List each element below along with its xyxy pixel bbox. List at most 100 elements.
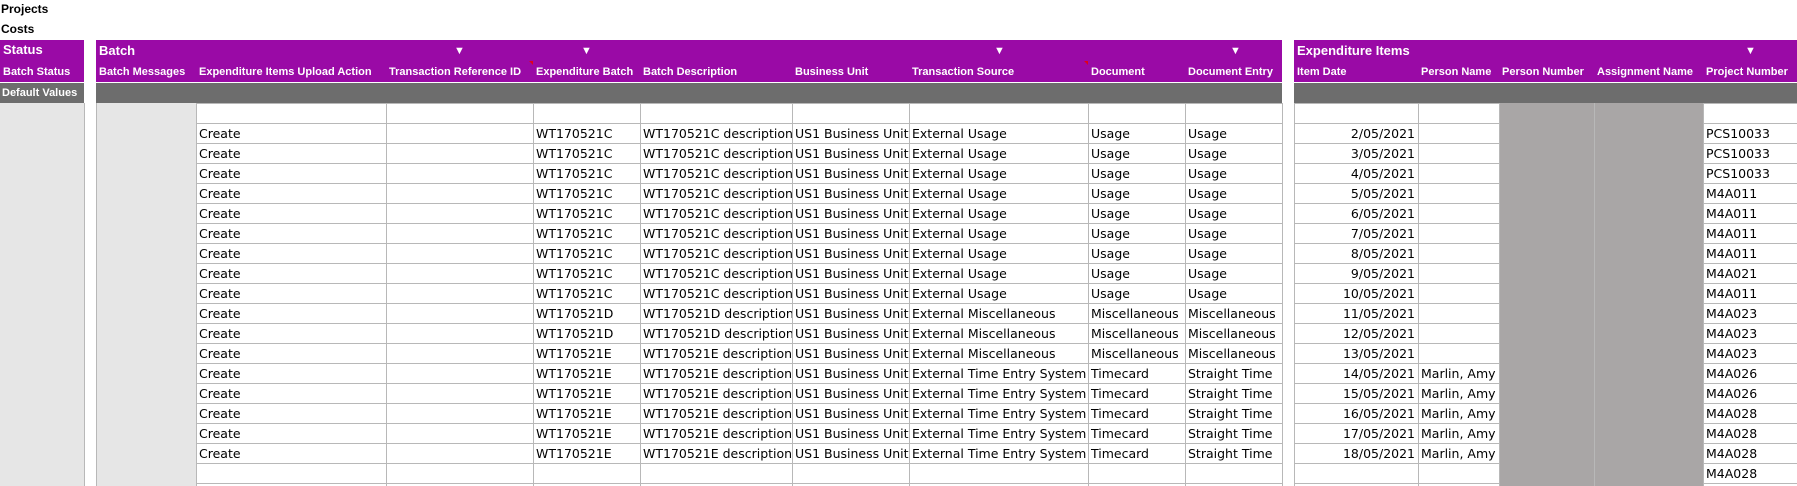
transaction-source-cell[interactable] [909, 104, 1088, 124]
dropdown-arrow-icon[interactable]: ▼ [994, 41, 1005, 61]
batch-description-cell[interactable]: WT170521C description [640, 204, 792, 224]
item-date-cell[interactable]: 8/05/2021 [1294, 244, 1418, 264]
batch-description-cell[interactable]: WT170521D description [640, 304, 792, 324]
project-number-cell[interactable]: M4A028 [1703, 464, 1797, 484]
person-name-cell[interactable] [1418, 344, 1499, 364]
expenditure-batch-cell[interactable]: WT170521C [533, 204, 640, 224]
document-cell[interactable]: Miscellaneous [1088, 344, 1185, 364]
dropdown-arrow-icon[interactable]: ▼ [1230, 41, 1241, 61]
transaction-source-cell[interactable]: External Time Entry System [909, 404, 1088, 424]
transaction-source-cell[interactable]: External Miscellaneous [909, 304, 1088, 324]
comment-indicator-icon[interactable] [1084, 61, 1088, 65]
document-cell[interactable]: Miscellaneous [1088, 304, 1185, 324]
project-number-cell[interactable]: PCS10033 [1703, 164, 1797, 184]
batch-description-cell[interactable]: WT170521E description [640, 364, 792, 384]
item-date-cell[interactable] [1294, 104, 1418, 124]
project-number-cell[interactable]: M4A011 [1703, 184, 1797, 204]
person-name-cell[interactable]: Marlin, Amy [1418, 424, 1499, 444]
col-header-document[interactable]: Document [1088, 62, 1185, 82]
item-date-cell[interactable]: 17/05/2021 [1294, 424, 1418, 444]
document-entry-cell[interactable]: Usage [1185, 124, 1282, 144]
upload-action-cell[interactable]: Create [196, 364, 386, 384]
item-date-cell[interactable]: 12/05/2021 [1294, 324, 1418, 344]
document-cell[interactable]: Timecard [1088, 444, 1185, 464]
document-cell[interactable]: Miscellaneous [1088, 324, 1185, 344]
project-number-cell[interactable]: PCS10033 [1703, 124, 1797, 144]
document-cell[interactable]: Usage [1088, 124, 1185, 144]
batch-default-values-row[interactable] [96, 83, 1282, 103]
expenditure-batch-cell[interactable]: WT170521E [533, 364, 640, 384]
business-unit-cell[interactable]: US1 Business Unit [792, 244, 909, 264]
person-name-cell[interactable] [1418, 164, 1499, 184]
item-date-cell[interactable]: 2/05/2021 [1294, 124, 1418, 144]
person-name-cell[interactable] [1418, 244, 1499, 264]
transaction-source-cell[interactable]: External Usage [909, 284, 1088, 304]
document-cell[interactable]: Usage [1088, 264, 1185, 284]
batch-description-cell[interactable]: WT170521C description [640, 144, 792, 164]
batch-status-column[interactable] [0, 103, 84, 486]
batch-description-cell[interactable]: WT170521C description [640, 164, 792, 184]
person-name-cell[interactable] [1418, 144, 1499, 164]
comment-indicator-icon[interactable] [529, 61, 533, 65]
person-name-cell[interactable]: Marlin, Amy [1418, 384, 1499, 404]
upload-action-cell[interactable]: Create [196, 284, 386, 304]
business-unit-cell[interactable]: US1 Business Unit [792, 364, 909, 384]
document-entry-cell[interactable]: Straight Time [1185, 444, 1282, 464]
dropdown-arrow-icon[interactable]: ▼ [581, 41, 592, 61]
document-entry-cell[interactable]: Usage [1185, 204, 1282, 224]
project-number-cell[interactable]: M4A023 [1703, 344, 1797, 364]
transaction-source-cell[interactable]: External Time Entry System [909, 444, 1088, 464]
item-date-cell[interactable]: 15/05/2021 [1294, 384, 1418, 404]
batch-description-cell[interactable]: WT170521C description [640, 224, 792, 244]
expenditure-batch-cell[interactable]: WT170521C [533, 224, 640, 244]
item-date-cell[interactable]: 13/05/2021 [1294, 344, 1418, 364]
expenditure-batch-cell[interactable]: WT170521E [533, 404, 640, 424]
upload-action-cell[interactable] [196, 464, 386, 484]
batch-description-cell[interactable]: WT170521C description [640, 184, 792, 204]
transaction-source-cell[interactable]: External Miscellaneous [909, 324, 1088, 344]
col-header-batch-description[interactable]: Batch Description [640, 62, 792, 82]
transaction-source-cell[interactable]: External Miscellaneous [909, 344, 1088, 364]
item-date-cell[interactable]: 7/05/2021 [1294, 224, 1418, 244]
item-date-cell[interactable] [1294, 464, 1418, 484]
project-number-cell[interactable]: M4A028 [1703, 424, 1797, 444]
document-cell[interactable]: Usage [1088, 184, 1185, 204]
document-entry-cell[interactable] [1185, 464, 1282, 484]
col-header-batch-messages[interactable]: Batch Messages [96, 62, 196, 82]
batch-description-cell[interactable]: WT170521D description [640, 324, 792, 344]
document-entry-cell[interactable]: Straight Time [1185, 384, 1282, 404]
business-unit-cell[interactable] [792, 104, 909, 124]
business-unit-cell[interactable]: US1 Business Unit [792, 124, 909, 144]
business-unit-cell[interactable]: US1 Business Unit [792, 424, 909, 444]
document-cell[interactable]: Usage [1088, 204, 1185, 224]
document-entry-cell[interactable]: Usage [1185, 244, 1282, 264]
transaction-source-cell[interactable]: External Usage [909, 204, 1088, 224]
document-cell[interactable]: Timecard [1088, 424, 1185, 444]
project-number-cell[interactable]: M4A023 [1703, 324, 1797, 344]
item-date-cell[interactable]: 4/05/2021 [1294, 164, 1418, 184]
transaction-source-cell[interactable]: External Usage [909, 124, 1088, 144]
project-number-cell[interactable]: M4A011 [1703, 224, 1797, 244]
expenditure-batch-cell[interactable]: WT170521E [533, 344, 640, 364]
batch-description-cell[interactable] [640, 104, 792, 124]
project-number-cell[interactable]: PCS10033 [1703, 144, 1797, 164]
dropdown-arrow-icon[interactable]: ▼ [454, 41, 465, 61]
person-name-cell[interactable] [1418, 324, 1499, 344]
business-unit-cell[interactable] [792, 464, 909, 484]
document-cell[interactable]: Usage [1088, 164, 1185, 184]
transaction-source-cell[interactable]: External Usage [909, 224, 1088, 244]
document-cell[interactable]: Timecard [1088, 404, 1185, 424]
item-date-cell[interactable]: 9/05/2021 [1294, 264, 1418, 284]
business-unit-cell[interactable]: US1 Business Unit [792, 204, 909, 224]
document-entry-cell[interactable] [1185, 104, 1282, 124]
col-header-transaction-source[interactable]: Transaction Source [909, 62, 1088, 82]
project-number-cell[interactable]: M4A011 [1703, 284, 1797, 304]
upload-action-cell[interactable]: Create [196, 204, 386, 224]
document-entry-cell[interactable]: Usage [1185, 184, 1282, 204]
expenditure-batch-cell[interactable] [533, 464, 640, 484]
transaction-source-cell[interactable]: External Time Entry System [909, 424, 1088, 444]
transaction-source-cell[interactable] [909, 464, 1088, 484]
batch-description-cell[interactable]: WT170521E description [640, 424, 792, 444]
document-entry-cell[interactable]: Usage [1185, 164, 1282, 184]
document-entry-cell[interactable]: Miscellaneous [1185, 344, 1282, 364]
